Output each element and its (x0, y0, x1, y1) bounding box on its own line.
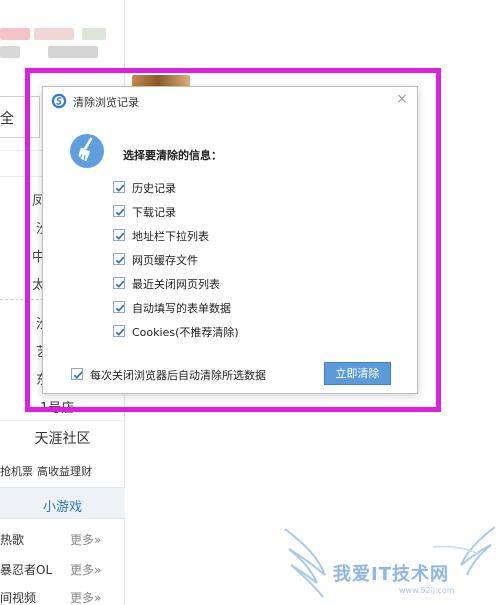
check-icon (115, 208, 125, 216)
section-title: 选择要清除的信息： (123, 149, 222, 162)
check-icon (115, 232, 125, 240)
game-name[interactable]: 热歌 (0, 531, 24, 548)
dialog-header: 清除浏览记录 × (43, 87, 417, 115)
dialog-title: 清除浏览记录 (73, 96, 139, 109)
option-label: 历史记录 (132, 182, 176, 195)
blurred-content (48, 46, 98, 58)
list-item: 热歌 更多» (0, 526, 125, 552)
more-link[interactable]: 更多» (70, 531, 101, 548)
flight-ticket-link[interactable]: 抢机票 (0, 465, 33, 478)
watermark: 我爱IT技术网 www.52ij.com (283, 525, 498, 603)
browser-logo-icon (51, 93, 67, 109)
checkbox[interactable] (113, 205, 125, 217)
option-label: 最近关闭网页列表 (132, 278, 220, 291)
checkbox[interactable] (113, 301, 125, 313)
game-name[interactable]: 暴忍者OL (0, 561, 52, 578)
checkbox[interactable] (113, 325, 125, 337)
check-icon (73, 371, 83, 379)
clear-browsing-data-dialog: 清除浏览记录 × 选择要清除的信息： 历史记录 下载记录 地址栏下拉列表 网页缓… (42, 86, 418, 394)
games-header[interactable]: 小游戏 (0, 487, 125, 519)
finance-link[interactable]: 高收益理财 (37, 465, 92, 478)
clear-now-button[interactable]: 立即清除 (324, 362, 391, 385)
list-item: 间视频 更多» (0, 584, 125, 605)
close-icon[interactable]: × (394, 90, 410, 108)
blurred-content (0, 46, 20, 58)
community-link[interactable]: 天涯社区 (0, 420, 125, 456)
more-link[interactable]: 更多» (70, 561, 101, 578)
watermark-url: www.52ij.com (399, 586, 455, 595)
broom-icon (70, 134, 104, 168)
option-label: 自动填写的表单数据 (132, 302, 231, 315)
check-icon (115, 184, 125, 192)
quick-links: 抢机票 高收益理财 (0, 456, 125, 486)
checkbox[interactable] (71, 368, 83, 380)
blurred-content (0, 28, 30, 40)
check-icon (115, 304, 125, 312)
check-icon (115, 280, 125, 288)
option-label: 每次关闭浏览器后自动清除所选数据 (90, 369, 266, 382)
list-item: 暴忍者OL 更多» (0, 556, 125, 582)
checkbox[interactable] (113, 277, 125, 289)
check-icon (115, 256, 125, 264)
watermark-text: 我爱IT技术网 (333, 564, 449, 585)
blurred-content (34, 28, 74, 40)
option-label: Cookies(不推荐清除) (132, 326, 239, 339)
game-name[interactable]: 间视频 (0, 589, 36, 605)
blurred-content (82, 28, 106, 40)
option-label: 下载记录 (132, 206, 176, 219)
more-link[interactable]: 更多» (70, 589, 101, 605)
checkbox[interactable] (113, 253, 125, 265)
check-icon (115, 328, 125, 336)
option-label: 网页缓存文件 (132, 254, 198, 267)
checkbox[interactable] (113, 181, 125, 193)
option-label: 地址栏下拉列表 (132, 230, 209, 243)
checkbox[interactable] (113, 229, 125, 241)
